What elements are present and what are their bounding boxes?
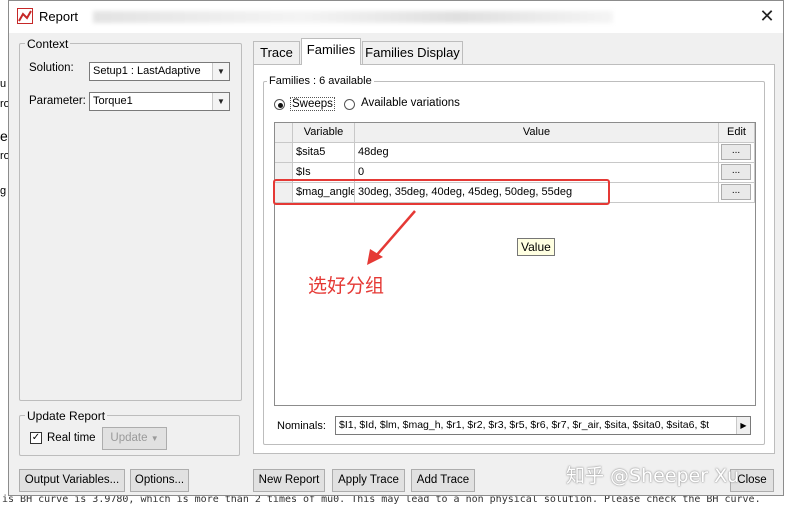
annotation-arrow [367,210,416,265]
grid-corner [275,123,293,143]
sweeps-radio[interactable] [274,99,285,110]
new-report-button[interactable]: New Report [253,469,325,492]
row-edit-cell: ... [719,163,755,183]
window-title: Report [39,9,79,24]
parameter-select[interactable]: Torque1 ▼ [89,92,230,111]
title-bar: Report ✕ [9,1,783,33]
column-header-value[interactable]: Value [355,123,719,143]
row-edit-cell: ... [719,183,755,203]
watermark-text: 知乎 @Sheeper Xu [566,465,740,487]
realtime-checkbox[interactable]: ✓ [30,432,42,444]
add-trace-button[interactable]: Add Trace [411,469,475,492]
annotation-text: 选好分组 [308,275,385,297]
bg-fragment: e [0,128,8,144]
sweeps-label[interactable]: Sweeps [290,97,335,111]
parameter-value: Torque1 [93,95,133,107]
value-tooltip: Value [517,238,555,256]
families-grid: Variable Value Edit $sita5 48deg ... $Is… [273,122,756,406]
nominals-value: $I1, $Id, $lm, $mag_h, $r1, $r2, $r3, $r… [339,419,710,431]
context-group-label: Context [25,37,71,51]
highlight-box [273,179,610,205]
close-icon[interactable]: ✕ [755,5,779,27]
bg-fragment: g [0,185,7,197]
chevron-down-icon[interactable]: ▼ [212,93,229,110]
nominals-label: Nominals: [277,420,326,432]
report-app-icon [17,8,33,24]
column-header-edit[interactable]: Edit [719,123,755,143]
row-edit-cell: ... [719,143,755,163]
apply-trace-button[interactable]: Apply Trace [332,469,405,492]
bg-fragment: u [0,78,7,90]
solution-select[interactable]: Setup1 : LastAdaptive ▼ [89,62,230,81]
title-redaction [93,11,613,23]
row-header[interactable] [275,143,293,163]
chevron-down-icon[interactable]: ▼ [212,63,229,80]
options-button[interactable]: Options... [130,469,189,492]
families-count-label: Families : 6 available [267,75,374,87]
update-report-label: Update Report [25,409,108,423]
available-variations-label[interactable]: Available variations [361,97,460,109]
edit-ellipsis-button[interactable]: ... [721,184,751,200]
edit-ellipsis-button[interactable]: ... [721,144,751,160]
report-dialog: Report ✕ Context Solution: Setup1 : Last… [8,0,784,496]
column-header-variable[interactable]: Variable [293,123,355,143]
solution-label: Solution: [29,62,74,74]
tab-families-display[interactable]: Families Display [362,41,463,65]
row-variable[interactable]: $sita5 [293,143,355,163]
tab-families[interactable]: Families [301,38,361,65]
row-value[interactable]: 48deg [355,143,719,163]
output-variables-button[interactable]: Output Variables... [19,469,125,492]
scroll-right-icon[interactable]: ▶ [736,417,750,434]
tab-trace[interactable]: Trace [253,41,300,65]
realtime-label: Real time [47,432,96,444]
available-variations-radio[interactable] [344,99,355,110]
parameter-label: Parameter: [29,95,86,107]
nominals-field[interactable]: $I1, $Id, $lm, $mag_h, $r1, $r2, $r3, $r… [335,416,751,435]
update-button[interactable]: Update ▼ [102,427,167,450]
edit-ellipsis-button[interactable]: ... [721,164,751,180]
solution-value: Setup1 : LastAdaptive [93,65,201,77]
families-tab-panel: Families : 6 available Sweeps Available … [253,64,775,454]
